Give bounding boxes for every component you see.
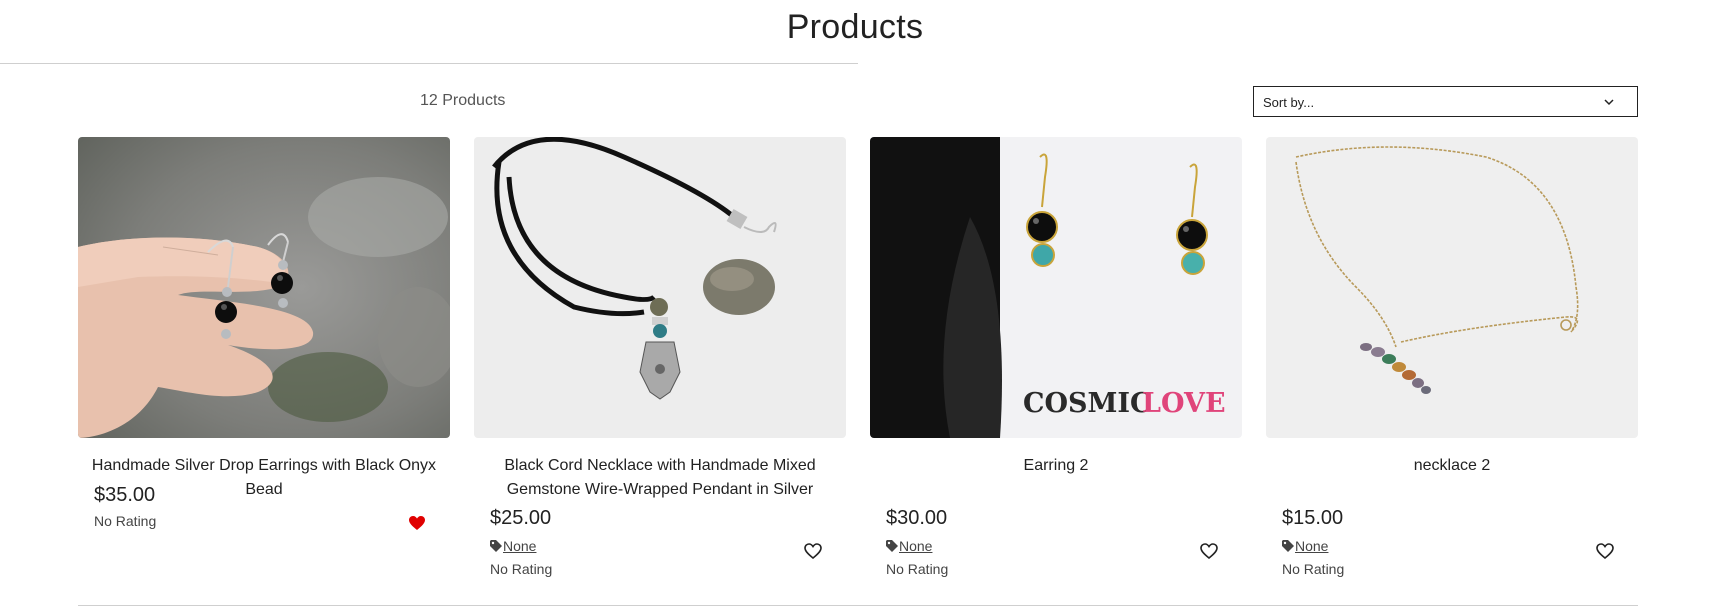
- product-title[interactable]: Black Cord Necklace with Handmade Mixed …: [484, 454, 836, 502]
- category-label: None: [1295, 538, 1329, 554]
- product-price: $15.00: [1282, 507, 1344, 529]
- tag-icon: [886, 540, 898, 552]
- page-title: Products: [786, 8, 924, 46]
- bottom-divider: [78, 605, 1638, 606]
- product-rating: No Rating: [490, 561, 553, 577]
- product-rating: No Rating: [1282, 561, 1345, 577]
- product-image[interactable]: COSMIC LOVE: [870, 137, 1242, 438]
- heart-icon[interactable]: [1200, 543, 1218, 559]
- product-image[interactable]: [78, 137, 450, 438]
- product-category-link[interactable]: None: [490, 538, 536, 554]
- sort-select-value: Sort by...: [1263, 95, 1315, 110]
- sort-select[interactable]: Sort by...: [1253, 86, 1638, 117]
- product-rating: No Rating: [94, 513, 157, 529]
- product-category-link[interactable]: None: [1282, 538, 1328, 554]
- cosmic-text: COSMIC: [1023, 388, 1152, 419]
- tag-icon: [490, 540, 502, 552]
- product-price: $25.00: [490, 507, 552, 529]
- product-grid: Handmade Silver Drop Earrings with Black…: [78, 137, 1638, 597]
- product-card: Handmade Silver Drop Earrings with Black…: [78, 137, 450, 597]
- product-image[interactable]: [474, 137, 846, 438]
- heart-icon[interactable]: [1596, 543, 1614, 559]
- product-category-link[interactable]: None: [886, 538, 932, 554]
- heart-icon[interactable]: [804, 543, 822, 559]
- product-count: 12 Products: [420, 92, 506, 109]
- tag-icon: [1282, 540, 1294, 552]
- product-rating: No Rating: [886, 561, 949, 577]
- chevron-down-icon: [1604, 99, 1614, 106]
- product-title[interactable]: Earring 2: [880, 454, 1232, 478]
- product-card: Black Cord Necklace with Handmade Mixed …: [474, 137, 846, 597]
- product-price: $30.00: [886, 507, 948, 529]
- title-divider: [0, 63, 858, 64]
- heart-icon[interactable]: [408, 515, 426, 531]
- product-image[interactable]: [1266, 137, 1638, 438]
- category-label: None: [503, 538, 537, 554]
- love-text: LOVE: [1142, 388, 1226, 419]
- product-price: $35.00: [94, 484, 156, 506]
- product-card: necklace 2 $15.00 None No Rating: [1266, 137, 1638, 597]
- category-label: None: [899, 538, 933, 554]
- product-title[interactable]: necklace 2: [1276, 454, 1628, 478]
- product-card: COSMIC LOVE Earring 2 $30.00 None No Rat…: [870, 137, 1242, 597]
